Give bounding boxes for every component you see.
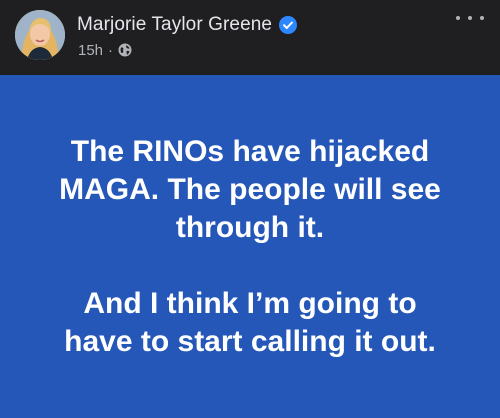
more-dot [468, 16, 472, 20]
more-dot [480, 16, 484, 20]
post-time[interactable]: 15h [78, 42, 103, 59]
post-line: through it. [175, 210, 325, 244]
verified-badge-icon [279, 16, 298, 34]
more-dot [456, 16, 460, 20]
author-row: Marjorie Taylor Greene [77, 13, 298, 37]
post-line: The RINOs have hijacked [70, 134, 430, 168]
globe-icon [118, 43, 132, 57]
post-body: The RINOs have hijacked MAGA. The people… [0, 75, 500, 418]
post-line: MAGA. The people will see [59, 172, 441, 206]
meta-separator: · [108, 41, 114, 59]
post-paragraph-1: The RINOs have hijacked MAGA. The people… [30, 133, 470, 247]
post-meta: 15h · [78, 40, 132, 60]
avatar-image [15, 10, 65, 60]
post-paragraph-2: And I think I’m going to have to start c… [30, 285, 470, 361]
post-line: And I think I’m going to [83, 286, 417, 320]
more-options-icon[interactable] [456, 8, 484, 28]
avatar[interactable] [15, 10, 65, 60]
post-line: have to start calling it out. [64, 324, 436, 358]
author-name[interactable]: Marjorie Taylor Greene [77, 14, 272, 36]
post-header: Marjorie Taylor Greene 15h · [0, 0, 500, 75]
